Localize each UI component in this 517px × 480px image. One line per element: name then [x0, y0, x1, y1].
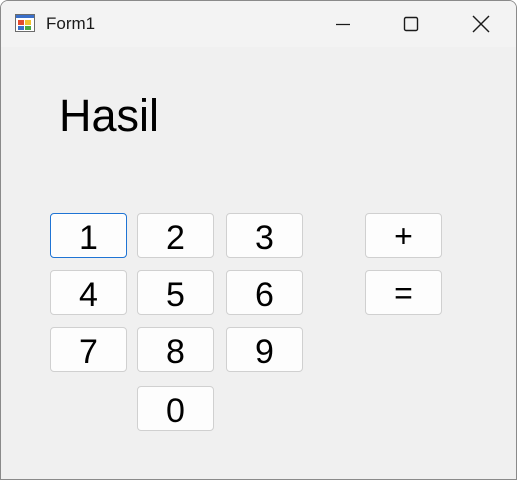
equals-button[interactable]: = — [365, 270, 442, 315]
close-icon — [472, 15, 490, 33]
digit-0-button[interactable]: 0 — [137, 386, 214, 431]
digit-9-button[interactable]: 9 — [226, 327, 303, 372]
digit-4-button[interactable]: 4 — [50, 270, 127, 315]
minimize-icon — [336, 23, 350, 26]
app-icon — [15, 14, 35, 32]
digit-2-button[interactable]: 2 — [137, 213, 214, 258]
form1-window: Form1 Hasil 1 2 3 + 4 5 6 = 7 8 9 0 — [0, 0, 517, 480]
maximize-button[interactable] — [377, 1, 445, 47]
digit-3-button[interactable]: 3 — [226, 213, 303, 258]
digit-6-button[interactable]: 6 — [226, 270, 303, 315]
close-button[interactable] — [447, 1, 515, 47]
result-label: Hasil — [59, 90, 160, 141]
digit-1-button[interactable]: 1 — [50, 213, 127, 258]
plus-button[interactable]: + — [365, 213, 442, 258]
digit-8-button[interactable]: 8 — [137, 327, 214, 372]
window-title: Form1 — [46, 14, 96, 33]
minimize-button[interactable] — [309, 1, 377, 47]
digit-5-button[interactable]: 5 — [137, 270, 214, 315]
title-bar[interactable]: Form1 — [1, 1, 516, 47]
maximize-icon — [403, 16, 419, 32]
digit-7-button[interactable]: 7 — [50, 327, 127, 372]
